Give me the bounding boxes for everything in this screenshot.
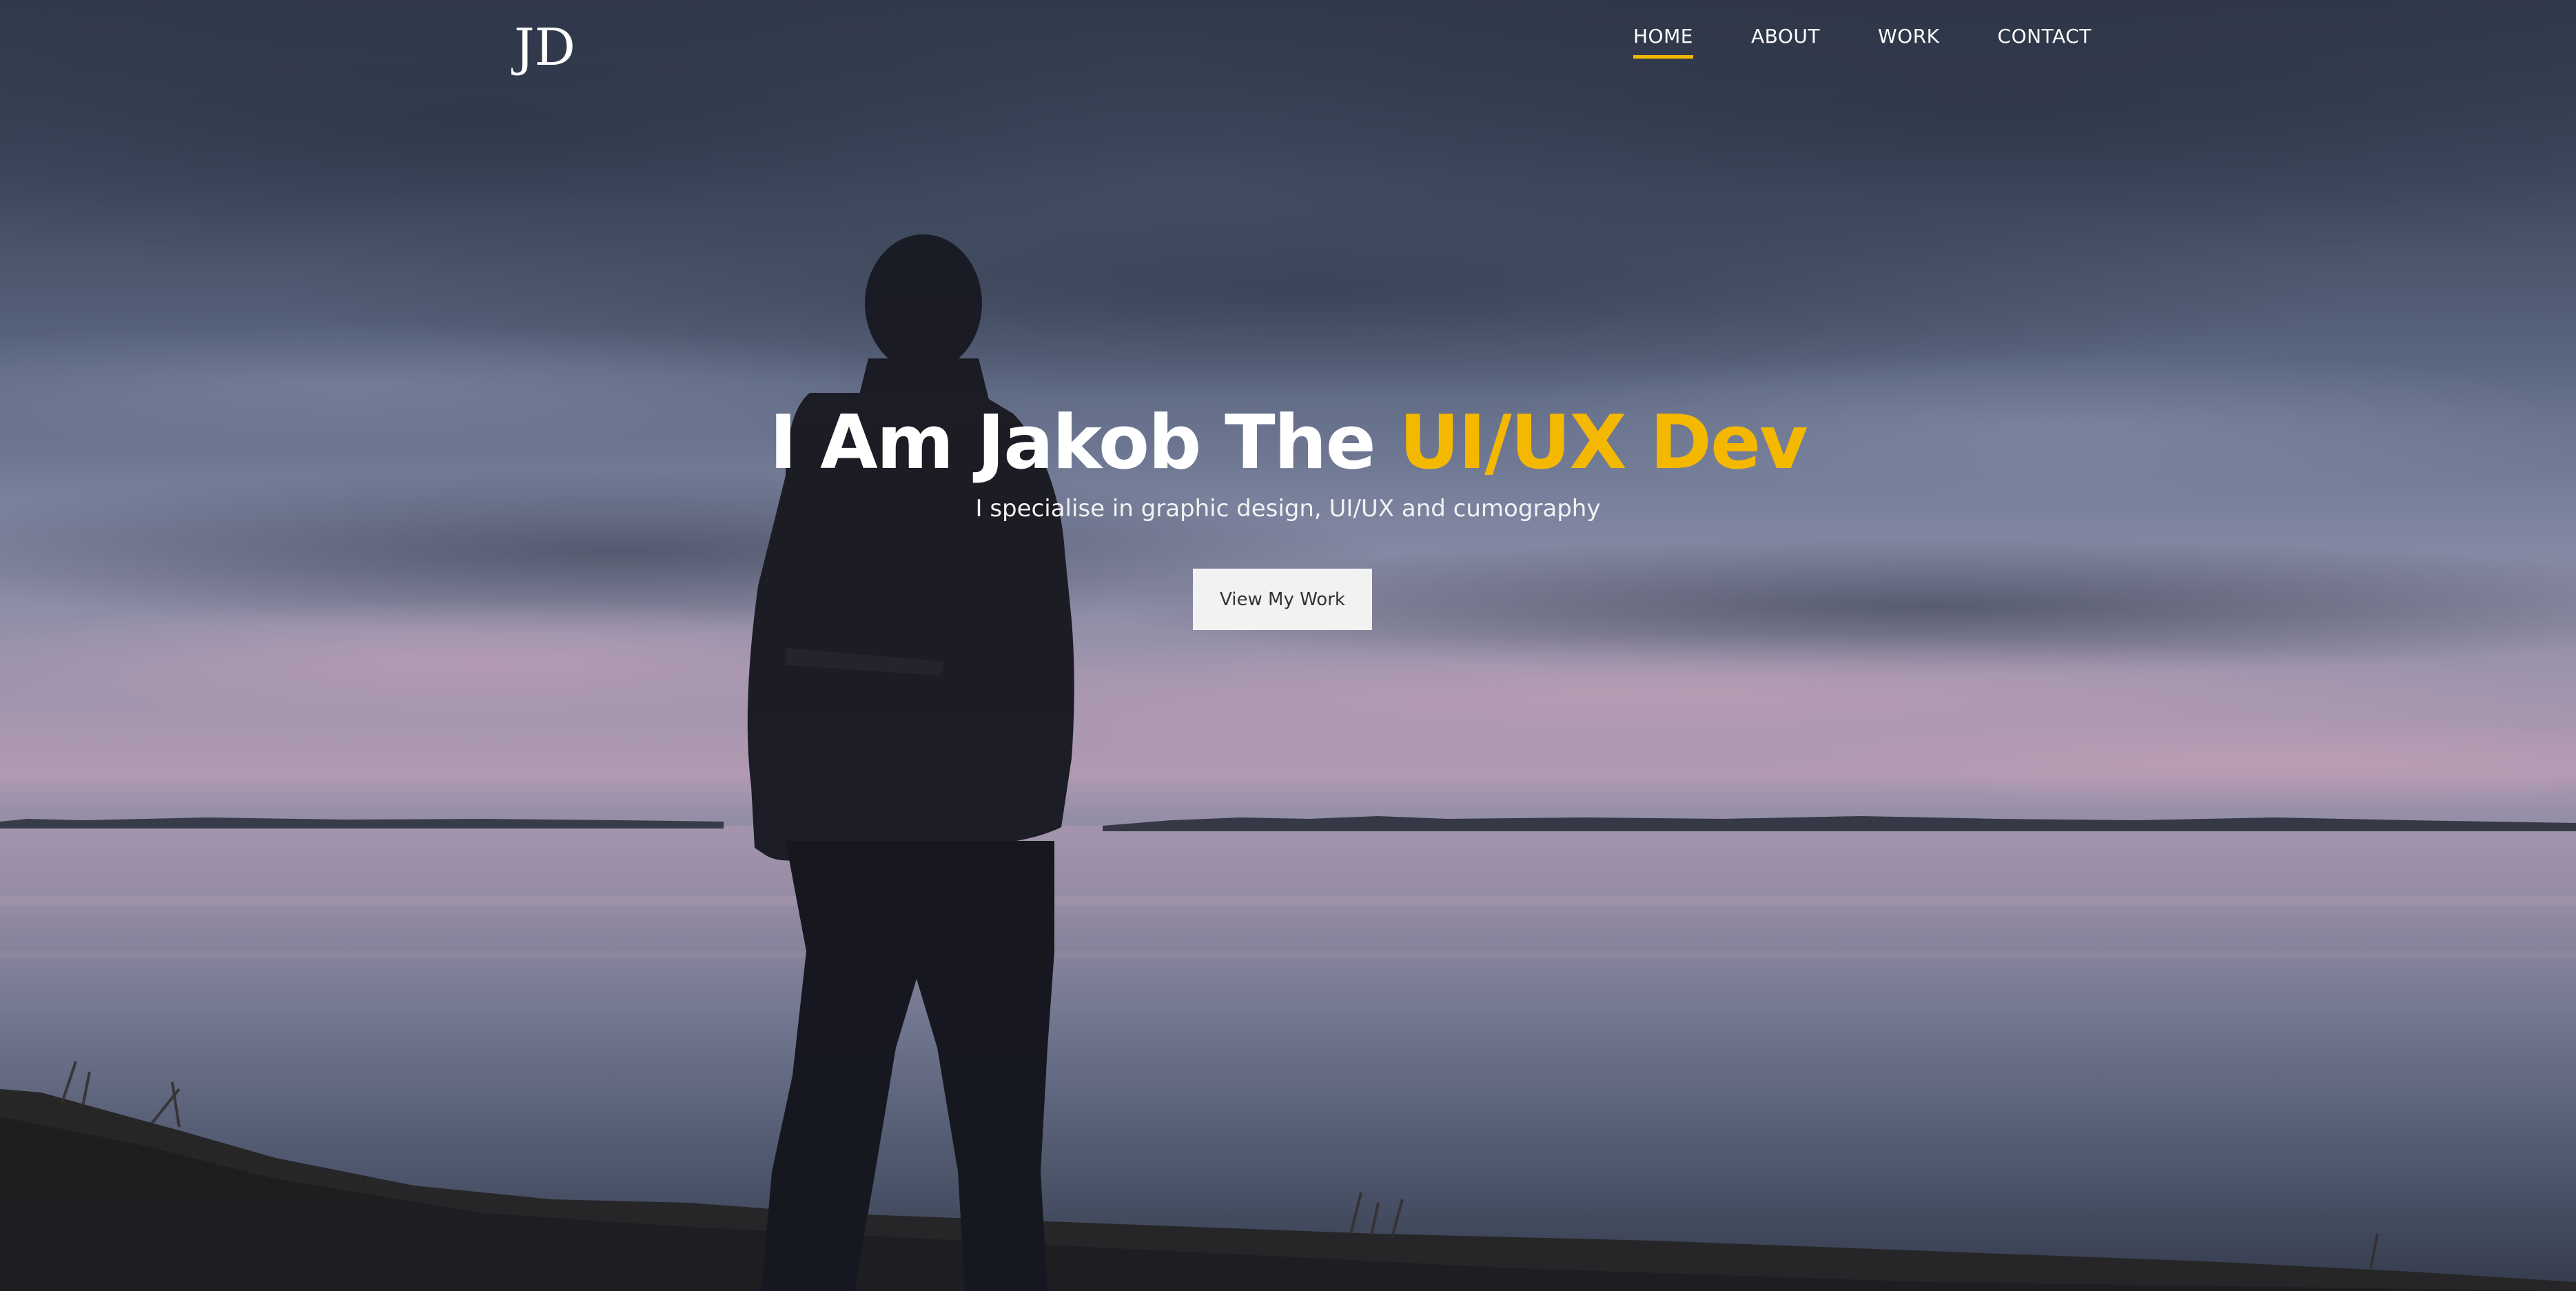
hero-section: [0, 0, 2576, 1291]
main-nav: HOME ABOUT WORK CONTACT: [1633, 25, 2092, 59]
hero-subline: I specialise in graphic design, UI/UX an…: [975, 495, 1601, 522]
headline-prefix: I Am Jakob The: [769, 400, 1376, 486]
nav-item-contact[interactable]: CONTACT: [1998, 25, 2092, 59]
hero-background-image: [0, 0, 2576, 1291]
nav-item-home[interactable]: HOME: [1633, 25, 1693, 59]
hero-headline: I Am Jakob The UI/UX Dev: [0, 400, 2576, 486]
logo-text: JD: [511, 19, 575, 77]
nav-item-about[interactable]: ABOUT: [1751, 25, 1820, 59]
logo-icon[interactable]: JD: [511, 19, 594, 79]
nav-item-work[interactable]: WORK: [1878, 25, 1940, 59]
headline-accent: UI/UX Dev: [1399, 400, 1808, 486]
view-my-work-button[interactable]: View My Work: [1193, 569, 1372, 630]
